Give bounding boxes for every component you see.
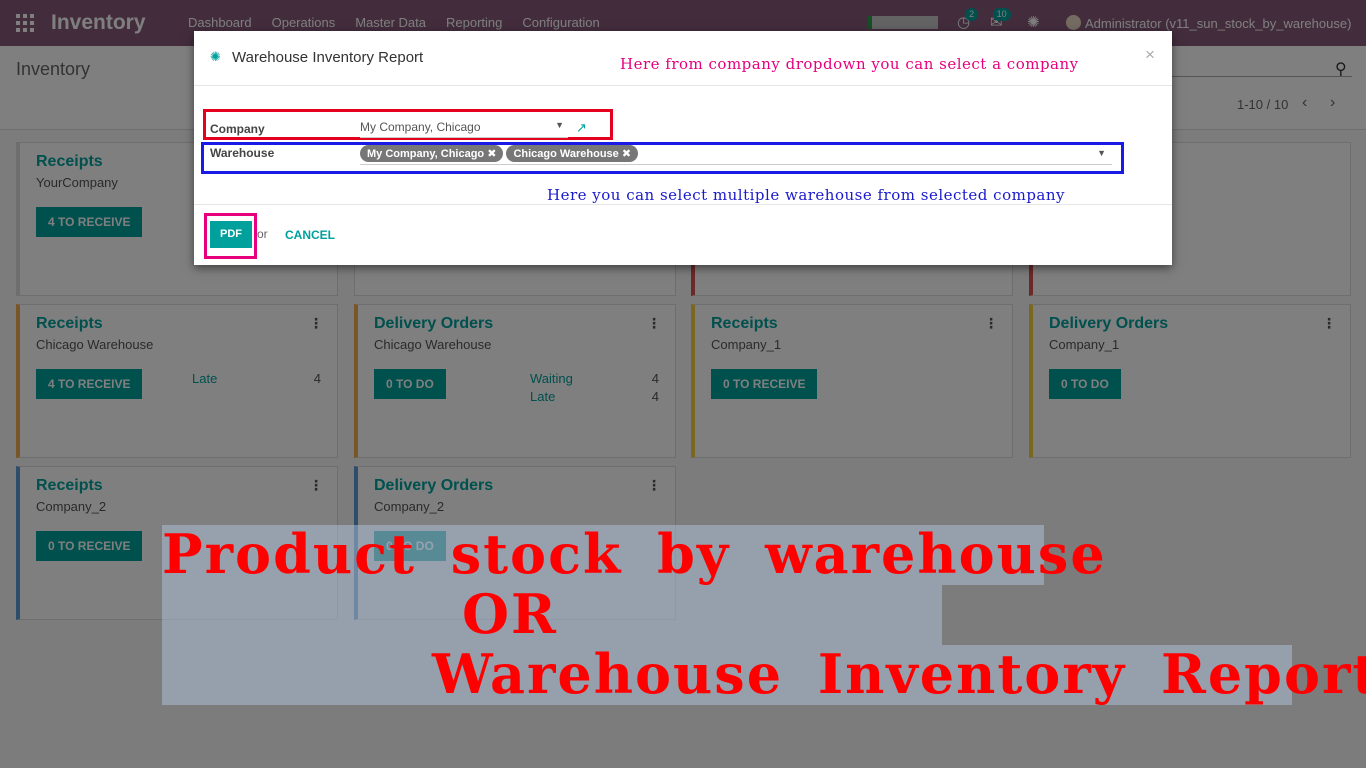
chevron-down-icon[interactable]: ▼	[555, 120, 564, 130]
tag-label: Chicago Warehouse	[513, 148, 619, 160]
dialog-title: Warehouse Inventory Report	[232, 49, 424, 66]
company-value: My Company, Chicago	[360, 120, 481, 134]
banner-line-2: OR	[462, 582, 558, 646]
pdf-button[interactable]: PDF	[210, 221, 252, 248]
banner-line-1: Product stock by warehouse	[162, 522, 1107, 586]
company-label: Company	[210, 122, 265, 136]
tag-remove-icon[interactable]: ✖	[487, 148, 496, 160]
tag-label: My Company, Chicago	[367, 148, 485, 160]
warehouse-note: Here you can select multiple warehouse f…	[547, 186, 1066, 204]
warehouse-tags-input[interactable]: My Company, Chicago ✖ Chicago Warehouse ✖…	[360, 145, 1112, 165]
chevron-down-icon[interactable]: ▼	[1097, 148, 1106, 158]
warehouse-tag: My Company, Chicago ✖	[360, 145, 504, 162]
warehouse-report-dialog: ✺ Warehouse Inventory Report × Here from…	[194, 31, 1172, 265]
company-select[interactable]: My Company, Chicago ▼	[360, 120, 568, 138]
close-icon[interactable]: ×	[1145, 45, 1155, 65]
dialog-footer-divider	[194, 204, 1172, 205]
warehouse-tag: Chicago Warehouse ✖	[506, 145, 639, 162]
warehouse-label: Warehouse	[210, 146, 275, 160]
cancel-button[interactable]: CANCEL	[285, 228, 335, 242]
external-link-icon[interactable]: ↗	[576, 120, 587, 136]
tag-remove-icon[interactable]: ✖	[622, 148, 631, 160]
company-note: Here from company dropdown you can selec…	[620, 55, 1079, 73]
debug-bug-icon[interactable]: ✺	[210, 49, 221, 65]
banner-line-3: Warehouse Inventory Report	[432, 642, 1366, 706]
or-text: or	[257, 227, 268, 241]
